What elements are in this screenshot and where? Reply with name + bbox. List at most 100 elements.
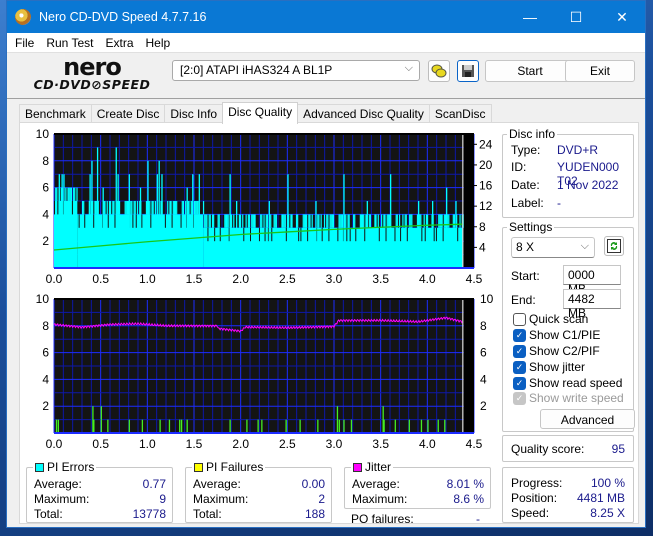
pi-error-bar bbox=[444, 214, 447, 228]
pi-error-bar bbox=[233, 214, 235, 228]
pi-error-bar bbox=[320, 214, 322, 228]
pi-failure-bar bbox=[180, 419, 183, 433]
eject-button[interactable] bbox=[428, 60, 450, 82]
pi-error-gap bbox=[57, 201, 59, 215]
show-jitter-checkbox[interactable]: ✓ Show jitter bbox=[513, 360, 585, 374]
start-field[interactable]: 0000 MB bbox=[563, 265, 621, 296]
pi-error-bar bbox=[211, 214, 214, 228]
pi-error-bar bbox=[205, 214, 207, 228]
pi-error-gap bbox=[171, 214, 173, 228]
jitter-maximum-label: Maximum: bbox=[352, 492, 408, 506]
menu-run-test[interactable]: Run Test bbox=[40, 36, 99, 50]
x-tick-label: 0.0 bbox=[46, 437, 63, 451]
pi-error-spike bbox=[192, 174, 194, 268]
drive-select[interactable]: [2:0] ATAPI iHAS324 A BL1P ⌵ bbox=[172, 60, 420, 81]
show-c1-pie-checkbox[interactable]: ✓ Show C1/PIE bbox=[513, 328, 600, 342]
pi-error-gap bbox=[164, 214, 166, 228]
pi-failure-bar bbox=[394, 419, 396, 433]
pi-error-bar bbox=[327, 214, 329, 228]
pi-error-bar bbox=[365, 214, 367, 228]
tab-advanced-disc-quality[interactable]: Advanced Disc Quality bbox=[297, 104, 430, 124]
tab-benchmark[interactable]: Benchmark bbox=[19, 104, 92, 124]
pi-error-bar bbox=[360, 214, 363, 228]
pi-error-bar bbox=[459, 214, 461, 228]
menu-help[interactable]: Help bbox=[140, 36, 177, 50]
pi-error-bar bbox=[318, 214, 320, 228]
quick-scan-checkbox[interactable]: Quick scan bbox=[513, 312, 588, 326]
pi-error-bar bbox=[265, 214, 267, 228]
pi-error-bar bbox=[208, 214, 210, 228]
pi-error-bar bbox=[239, 214, 242, 228]
pi-error-bar bbox=[353, 214, 355, 228]
pi-error-gap bbox=[135, 214, 137, 228]
pi-failures-title: PI Failures bbox=[206, 460, 264, 474]
pi-error-gap bbox=[132, 214, 134, 228]
quality-score-value: 95 bbox=[611, 442, 625, 456]
pi-error-bar bbox=[248, 214, 251, 228]
pi-error-spike bbox=[128, 174, 130, 268]
pi-failure-bar bbox=[93, 419, 95, 433]
menu-file[interactable]: File bbox=[9, 36, 40, 50]
exit-button[interactable]: Exit bbox=[565, 60, 635, 82]
pi-error-bar bbox=[238, 214, 240, 228]
disc-date-label: Date: bbox=[511, 178, 540, 192]
pi-error-bar bbox=[225, 214, 227, 228]
pi-error-bar bbox=[73, 187, 75, 201]
pi-failure-bar bbox=[444, 419, 446, 433]
pi-error-gap bbox=[400, 227, 402, 242]
pi-error-gap bbox=[457, 227, 459, 242]
minimize-button[interactable]: — bbox=[507, 1, 553, 33]
tab-bar: Benchmark Create Disc Disc Info Disc Qua… bbox=[19, 102, 492, 124]
tab-create-disc[interactable]: Create Disc bbox=[90, 104, 166, 124]
refresh-speed-button[interactable] bbox=[604, 236, 624, 256]
pi-error-bar bbox=[363, 214, 365, 228]
unused-area bbox=[463, 299, 474, 433]
y-tick-label: 6 bbox=[42, 181, 49, 195]
show-read-speed-checkbox[interactable]: ✓ Show read speed bbox=[513, 376, 622, 390]
x-tick-label: 4.0 bbox=[419, 437, 436, 451]
start-button[interactable]: Start bbox=[485, 60, 575, 82]
checkbox-checked-icon: ✓ bbox=[513, 344, 526, 358]
advanced-button[interactable]: Advanced bbox=[540, 409, 635, 429]
pi-failure-bar bbox=[257, 419, 259, 433]
pi-error-bar bbox=[181, 201, 183, 215]
start-label: Start: bbox=[511, 269, 540, 283]
speed-select-value: 8 X bbox=[516, 240, 535, 254]
save-button[interactable] bbox=[457, 60, 479, 82]
maximize-button[interactable]: ☐ bbox=[553, 1, 599, 33]
pi-failure-bar bbox=[179, 419, 181, 433]
menu-extra[interactable]: Extra bbox=[99, 36, 139, 50]
show-c1-pie-label: Show C1/PIE bbox=[529, 328, 601, 342]
pi-error-bar bbox=[124, 201, 126, 215]
tab-disc-quality[interactable]: Disc Quality bbox=[222, 102, 299, 124]
pi-error-bar bbox=[359, 214, 361, 228]
close-button[interactable]: ✕ bbox=[599, 1, 645, 33]
pi-error-bar bbox=[110, 201, 112, 215]
y-tick-label: 10 bbox=[36, 292, 50, 306]
pi-failure-bar bbox=[57, 419, 60, 433]
x-tick-label: 0.5 bbox=[92, 272, 109, 286]
toolbar: nero CD·DVD⊘SPEED [2:0] ATAPI iHAS324 A … bbox=[7, 53, 645, 99]
pi-error-bar bbox=[290, 214, 292, 228]
pi-failure-bar bbox=[437, 419, 439, 433]
quick-scan-label: Quick scan bbox=[529, 312, 589, 326]
pi-error-bar bbox=[247, 214, 249, 228]
settings-title: Settings bbox=[507, 220, 555, 234]
title-bar: Nero CD-DVD Speed 4.7.7.16 — ☐ ✕ bbox=[7, 1, 645, 33]
show-c2-pif-checkbox[interactable]: ✓ Show C2/PIF bbox=[513, 344, 600, 358]
end-field[interactable]: 4482 MB bbox=[563, 289, 621, 320]
pi-error-gap bbox=[364, 227, 366, 242]
pi-error-gap bbox=[271, 227, 273, 242]
settings-group: Settings 8 X ⌵ Start: 0000 MB End: 4482 … bbox=[502, 220, 635, 432]
show-read-speed-label: Show read speed bbox=[529, 376, 623, 390]
tab-scandisc[interactable]: ScanDisc bbox=[428, 104, 492, 124]
y2-tick-label: 6 bbox=[480, 346, 487, 360]
pi-failures-maximum-label: Maximum: bbox=[193, 492, 249, 506]
pi-error-bar bbox=[176, 201, 178, 215]
tab-disc-info[interactable]: Disc Info bbox=[164, 104, 224, 124]
y2-tick-label: 12 bbox=[479, 199, 493, 213]
pi-error-gap bbox=[207, 227, 209, 242]
pi-error-gap bbox=[141, 214, 143, 228]
speed-select[interactable]: 8 X ⌵ bbox=[511, 237, 595, 258]
pi-error-gap bbox=[93, 214, 95, 228]
